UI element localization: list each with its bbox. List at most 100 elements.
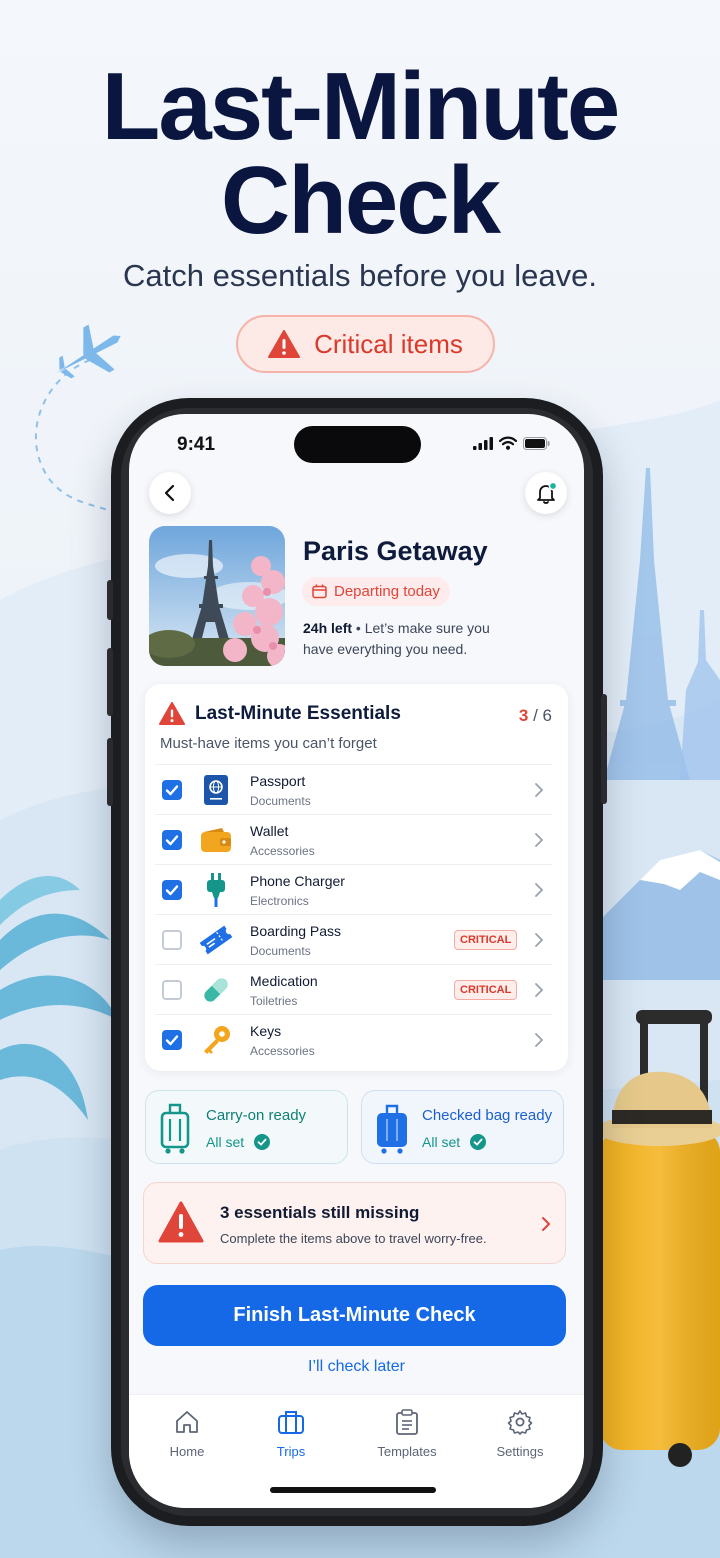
- essential-item-phone-charger[interactable]: Phone Charger Electronics: [155, 864, 552, 914]
- trip-title: Paris Getaway: [303, 536, 488, 566]
- item-checkbox[interactable]: [162, 830, 182, 850]
- item-name: Passport: [250, 773, 306, 789]
- chevron-right-icon: [535, 1033, 544, 1047]
- carry-on-luggage-icon: [160, 1103, 190, 1154]
- chevron-right-icon: [535, 783, 544, 797]
- finish-check-button[interactable]: Finish Last-Minute Check: [143, 1285, 566, 1346]
- phone-volume-down: [107, 738, 113, 806]
- tab-templates[interactable]: Templates: [362, 1409, 452, 1459]
- missing-subtitle: Complete the items above to travel worry…: [220, 1231, 487, 1246]
- promo-headline-line1: Last-Minute: [101, 53, 621, 160]
- key-icon: [199, 1023, 233, 1057]
- checked-bag-title: Checked bag ready: [422, 1107, 553, 1124]
- item-category: Toiletries: [250, 994, 298, 1008]
- count-done: 3: [518, 706, 529, 725]
- home-icon: [176, 1411, 198, 1433]
- chevron-left-icon: [164, 484, 175, 502]
- promo-subhead: Catch essentials before you leave.: [123, 258, 597, 293]
- count-total: 6: [542, 706, 552, 725]
- passport-icon: [199, 773, 233, 807]
- back-button[interactable]: [149, 472, 191, 514]
- trip-note: 24h left • Let’s make sure you have ever…: [303, 618, 523, 660]
- home-indicator: [270, 1487, 436, 1493]
- item-category: Accessories: [250, 1044, 315, 1058]
- critical-tag: CRITICAL: [454, 980, 518, 1000]
- missing-items-banner[interactable]: 3 essentials still missing Complete the …: [143, 1182, 566, 1264]
- item-name: Keys: [250, 1023, 282, 1039]
- essential-item-boarding-pass[interactable]: Boarding Pass Documents CRITICAL: [155, 914, 552, 964]
- count-separator: /: [528, 706, 543, 725]
- ticket-icon: [199, 923, 233, 957]
- item-checkbox[interactable]: [162, 930, 182, 950]
- warning-icon: [159, 702, 185, 725]
- departing-badge: Departing today: [302, 577, 450, 606]
- item-name: Wallet: [250, 823, 289, 839]
- check-circle-icon: [254, 1134, 271, 1150]
- carry-on-card[interactable]: Carry-on ready All set: [145, 1090, 348, 1164]
- wallet-icon: [199, 823, 233, 857]
- phone-volume-up: [107, 648, 113, 716]
- phone-power-button: [601, 694, 607, 804]
- tab-settings-label: Settings: [496, 1444, 544, 1459]
- tab-templates-label: Templates: [377, 1444, 437, 1459]
- tab-trips-label: Trips: [276, 1444, 306, 1459]
- clipboard-icon: [396, 1409, 418, 1435]
- essentials-header: Last-Minute Essentials: [159, 702, 401, 725]
- carry-on-title: Carry-on ready: [206, 1107, 307, 1124]
- app-screen: 9:41 Paris Getaway Departing today 24h l…: [129, 414, 584, 1508]
- checked-bag-card[interactable]: Checked bag ready All set: [361, 1090, 564, 1164]
- notifications-button[interactable]: [525, 472, 567, 514]
- item-checkbox[interactable]: [162, 1030, 182, 1050]
- item-checkbox[interactable]: [162, 780, 182, 800]
- warning-icon: [158, 1201, 204, 1243]
- status-icons: [473, 436, 550, 450]
- battery-icon: [523, 436, 550, 450]
- essential-item-medication[interactable]: Medication Toiletries CRITICAL: [155, 964, 552, 1014]
- item-category: Accessories: [250, 844, 315, 858]
- dynamic-island: [294, 426, 421, 463]
- charger-plug-icon: [199, 873, 233, 907]
- essential-item-wallet[interactable]: Wallet Accessories: [155, 814, 552, 864]
- item-category: Electronics: [250, 894, 309, 908]
- item-checkbox[interactable]: [162, 980, 182, 1000]
- calendar-icon: [312, 584, 327, 599]
- chevron-right-icon: [535, 833, 544, 847]
- paris-photo: [149, 526, 285, 666]
- status-time: 9:41: [177, 434, 216, 455]
- check-circle-icon: [470, 1134, 487, 1150]
- chevron-right-icon: [535, 933, 544, 947]
- essential-item-passport[interactable]: Passport Documents: [155, 764, 552, 814]
- chevron-right-icon: [535, 883, 544, 897]
- yellow-suitcase-decoration: [596, 1010, 720, 1467]
- item-name: Boarding Pass: [250, 923, 342, 939]
- promo-headline: Last-Minute Check: [0, 53, 720, 254]
- item-checkbox[interactable]: [162, 880, 182, 900]
- checked-bag-status-label: All set: [422, 1134, 461, 1150]
- critical-tag: CRITICAL: [454, 930, 518, 950]
- bell-icon: [537, 481, 558, 504]
- essentials-title: Last-Minute Essentials: [195, 702, 401, 724]
- promo-headline-line2: Check: [220, 147, 501, 254]
- gear-icon: [507, 1410, 533, 1435]
- essential-item-keys[interactable]: Keys Accessories: [155, 1014, 552, 1064]
- eiffel-tower-silhouette: [604, 468, 690, 780]
- checked-luggage-icon: [377, 1104, 407, 1154]
- tab-settings[interactable]: Settings: [475, 1409, 565, 1459]
- tab-trips[interactable]: Trips: [246, 1409, 336, 1459]
- essentials-subtitle: Must-have items you can’t forget: [160, 735, 377, 752]
- departing-badge-label: Departing today: [334, 583, 440, 600]
- signal-icon: [473, 436, 493, 450]
- palm-leaves-decoration: [0, 876, 118, 1120]
- check-later-link[interactable]: I’ll check later: [129, 1358, 584, 1376]
- checked-bag-status: All set: [422, 1134, 487, 1150]
- carry-on-status-label: All set: [206, 1134, 245, 1150]
- tab-home[interactable]: Home: [142, 1409, 232, 1459]
- item-category: Documents: [250, 944, 311, 958]
- critical-items-pill: Critical items: [236, 315, 495, 373]
- essentials-count: 3 / 6: [519, 706, 552, 726]
- warning-icon: [268, 330, 301, 358]
- essentials-card: Last-Minute Essentials 3 / 6 Must-have i…: [145, 684, 568, 1071]
- airplane-icon: [56, 324, 121, 379]
- item-name: Medication: [250, 973, 318, 989]
- item-category: Documents: [250, 794, 311, 808]
